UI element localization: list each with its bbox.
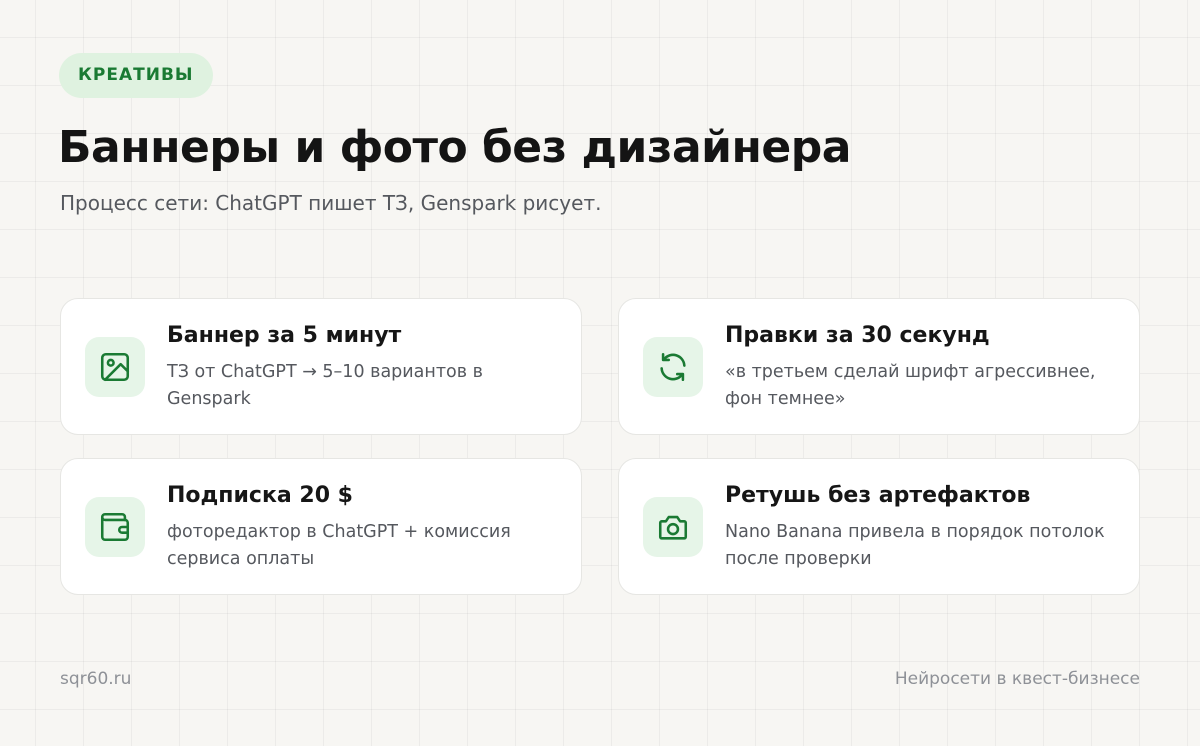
footer-site: sqr60.ru bbox=[60, 669, 132, 689]
feature-card-description: фоторедактор в ChatGPT + комиссия сервис… bbox=[167, 522, 511, 569]
page-subtitle: Процесс сети: ChatGPT пишет ТЗ, Genspark… bbox=[60, 191, 602, 215]
feature-card-edits: Правки за 30 секунд «в третьем сделай шр… bbox=[618, 298, 1140, 435]
camera-icon bbox=[643, 497, 703, 557]
wallet-icon bbox=[85, 497, 145, 557]
feature-card-subscription: Подписка 20 $ фоторедактор в ChatGPT + к… bbox=[60, 458, 582, 595]
feature-card-title: Ретушь без артефактов bbox=[725, 483, 1031, 508]
feature-card-title: Баннер за 5 минут bbox=[167, 323, 402, 348]
feature-card-description: Nano Banana привела в порядок потолок по… bbox=[725, 522, 1105, 569]
feature-card-description: ТЗ от ChatGPT → 5–10 вариантов в Genspar… bbox=[167, 362, 483, 409]
feature-card-title: Подписка 20 $ bbox=[167, 483, 353, 508]
footer-caption: Нейросети в квест-бизнесе bbox=[894, 669, 1140, 689]
page-title: Баннеры и фото без дизайнера bbox=[58, 122, 851, 173]
feature-card-description: «в третьем сделай шрифт агрессивнее, фон… bbox=[725, 362, 1096, 409]
category-badge: КРЕАТИВЫ bbox=[59, 53, 213, 98]
refresh-icon bbox=[643, 337, 703, 397]
feature-card-retouch: Ретушь без артефактов Nano Banana привел… bbox=[618, 458, 1140, 595]
image-icon bbox=[85, 337, 145, 397]
feature-card-banner: Баннер за 5 минут ТЗ от ChatGPT → 5–10 в… bbox=[60, 298, 582, 435]
feature-card-title: Правки за 30 секунд bbox=[725, 323, 990, 348]
